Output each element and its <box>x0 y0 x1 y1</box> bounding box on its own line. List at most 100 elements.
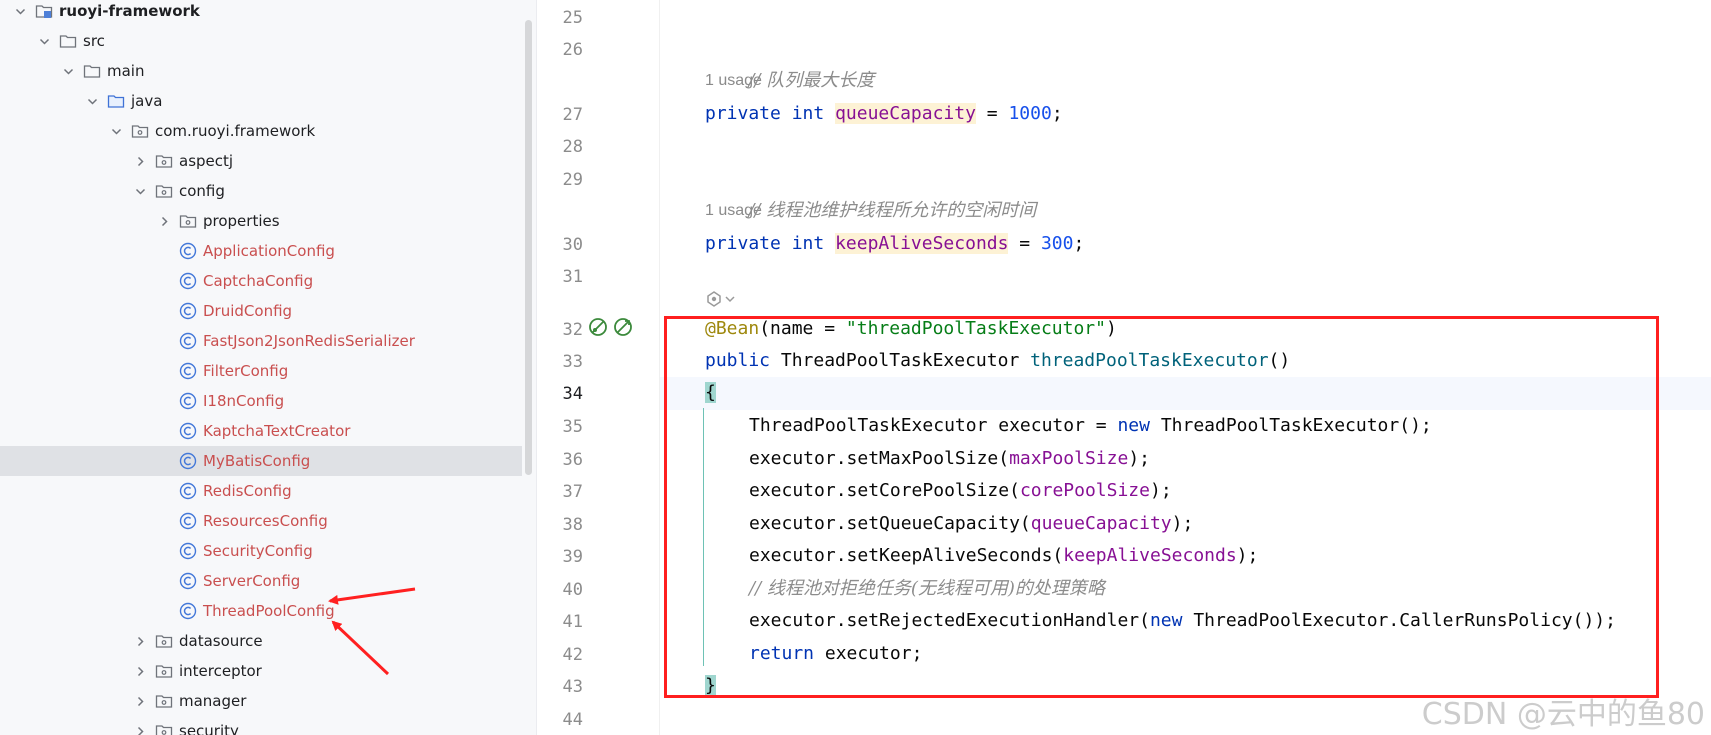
line-number[interactable]: 35 <box>537 417 583 437</box>
tree-item-properties[interactable]: properties <box>0 206 522 236</box>
tree-item-manager[interactable]: manager <box>0 686 522 716</box>
package-icon <box>154 181 174 201</box>
chevron-right-icon[interactable] <box>156 206 172 236</box>
tree-item-druidconfig[interactable]: DruidConfig <box>0 296 522 326</box>
code-token: = <box>1008 233 1041 254</box>
tree-item-fastjson2jsonredisserializer[interactable]: FastJson2JsonRedisSerializer <box>0 326 522 356</box>
line-number[interactable]: 27 <box>537 105 583 125</box>
class-icon <box>178 391 198 411</box>
tree-item-label: CaptchaConfig <box>203 272 314 290</box>
tree-item-datasource[interactable]: datasource <box>0 626 522 656</box>
tree-item-label: FilterConfig <box>203 362 289 380</box>
chevron-right-icon[interactable] <box>132 656 148 686</box>
chevron-down-icon[interactable] <box>12 0 28 26</box>
tree-item-label: KaptchaTextCreator <box>203 422 351 440</box>
tree-item-label: aspectj <box>179 152 234 170</box>
tree-item-main[interactable]: main <box>0 56 522 86</box>
tree-item-resourcesconfig[interactable]: ResourcesConfig <box>0 506 522 536</box>
line-number[interactable]: 37 <box>537 482 583 502</box>
tree-item-security[interactable]: security <box>0 716 522 735</box>
tree-item-captchaconfig[interactable]: CaptchaConfig <box>0 266 522 296</box>
line-number[interactable]: 41 <box>537 612 583 632</box>
tree-item-aspectj[interactable]: aspectj <box>0 146 522 176</box>
line-number[interactable]: 25 <box>537 8 583 28</box>
tree-item-label: java <box>131 92 163 110</box>
package-icon <box>178 211 198 231</box>
source-folder-icon <box>106 91 126 111</box>
line-number[interactable]: 39 <box>537 547 583 567</box>
tree-item-i18nconfig[interactable]: I18nConfig <box>0 386 522 416</box>
line-number[interactable]: 43 <box>537 677 583 697</box>
highlight-box <box>664 316 1659 698</box>
chevron-down-icon[interactable] <box>60 56 76 86</box>
line-number[interactable]: 36 <box>537 450 583 470</box>
number-literal: 300 <box>1040 233 1074 254</box>
code-line: private int queueCapacity = 1000; <box>705 98 1063 130</box>
tree-item-label: datasource <box>179 632 263 650</box>
tree-item-securityconfig[interactable]: SecurityConfig <box>0 536 522 566</box>
bean-inlay-hint[interactable] <box>705 290 735 308</box>
line-number[interactable]: 28 <box>537 137 583 157</box>
line-number[interactable]: 34 <box>537 384 583 404</box>
tree-item-label: main <box>107 62 145 80</box>
tree-item-kaptchatextcreator[interactable]: KaptchaTextCreator <box>0 416 522 446</box>
tree-item-src[interactable]: src <box>0 26 522 56</box>
tree-item-label: RedisConfig <box>203 482 292 500</box>
tree-item-label: manager <box>179 692 247 710</box>
class-icon <box>178 451 198 471</box>
bean-gutter-icons[interactable] <box>587 316 634 338</box>
tree-item-config[interactable]: config <box>0 176 522 206</box>
tree-item-label: MyBatisConfig <box>203 452 311 470</box>
line-number[interactable]: 26 <box>537 40 583 60</box>
chevron-right-icon[interactable] <box>132 686 148 716</box>
spring-bean-icon <box>707 291 721 307</box>
class-icon <box>178 241 198 261</box>
package-icon <box>154 631 174 651</box>
chevron-right-icon[interactable] <box>132 626 148 656</box>
line-number[interactable]: 29 <box>537 170 583 190</box>
chevron-down-icon[interactable] <box>36 26 52 56</box>
code-comment: // 线程池维护线程所允许的空闲时间 <box>748 200 1037 221</box>
tree-item-interceptor[interactable]: interceptor <box>0 656 522 686</box>
line-number[interactable]: 40 <box>537 580 583 600</box>
chevron-down-icon[interactable] <box>132 176 148 206</box>
class-icon <box>178 361 198 381</box>
class-icon <box>178 421 198 441</box>
project-tree: ruoyi-framework src main java com.ruoyi.fram… <box>0 0 537 735</box>
line-number[interactable]: 32 <box>537 320 583 340</box>
class-icon <box>178 481 198 501</box>
line-number[interactable]: 38 <box>537 515 583 535</box>
chevron-right-icon[interactable] <box>132 716 148 735</box>
chevron-right-icon[interactable] <box>132 146 148 176</box>
watermark: CSDN @云中的鱼80 <box>1421 697 1705 732</box>
tree-item-com-ruoyi-framework[interactable]: com.ruoyi.framework <box>0 116 522 146</box>
tree-item-label: ResourcesConfig <box>203 512 328 530</box>
line-number[interactable]: 44 <box>537 710 583 730</box>
tree-item-java[interactable]: java <box>0 86 522 116</box>
line-number[interactable]: 31 <box>537 267 583 287</box>
tree-item-threadpoolconfig[interactable]: ThreadPoolConfig <box>0 596 522 626</box>
chevron-down-icon[interactable] <box>84 86 100 116</box>
tree-item-label: ruoyi-framework <box>59 2 200 20</box>
tree-scrollbar[interactable] <box>525 20 532 475</box>
tree-item-applicationconfig[interactable]: ApplicationConfig <box>0 236 522 266</box>
tree-item-redisconfig[interactable]: RedisConfig <box>0 476 522 506</box>
tree-item-serverconfig[interactable]: ServerConfig <box>0 566 522 596</box>
code-token: ; <box>1051 103 1063 124</box>
tree-item-mybatisconfig[interactable]: MyBatisConfig <box>0 446 522 476</box>
keyword-int: int <box>791 103 825 124</box>
bean-injection-icon[interactable] <box>612 316 634 338</box>
class-icon <box>178 541 198 561</box>
chevron-down-icon[interactable] <box>108 116 124 146</box>
tree-item-ruoyi-framework[interactable]: ruoyi-framework <box>0 0 522 26</box>
package-icon <box>154 721 174 735</box>
code-token: ; <box>1073 233 1085 254</box>
field-keep-alive-seconds[interactable]: keepAliveSeconds <box>835 233 1009 254</box>
tree-item-filterconfig[interactable]: FilterConfig <box>0 356 522 386</box>
bean-navigation-icon[interactable] <box>587 316 609 338</box>
editor-gutter[interactable]: 25 26 27 28 29 30 31 32 33 34 35 36 37 38 39 40 41 42 43 44 <box>537 0 660 735</box>
line-number[interactable]: 30 <box>537 235 583 255</box>
field-queue-capacity[interactable]: queueCapacity <box>835 103 976 124</box>
line-number[interactable]: 42 <box>537 645 583 665</box>
line-number[interactable]: 33 <box>537 352 583 372</box>
